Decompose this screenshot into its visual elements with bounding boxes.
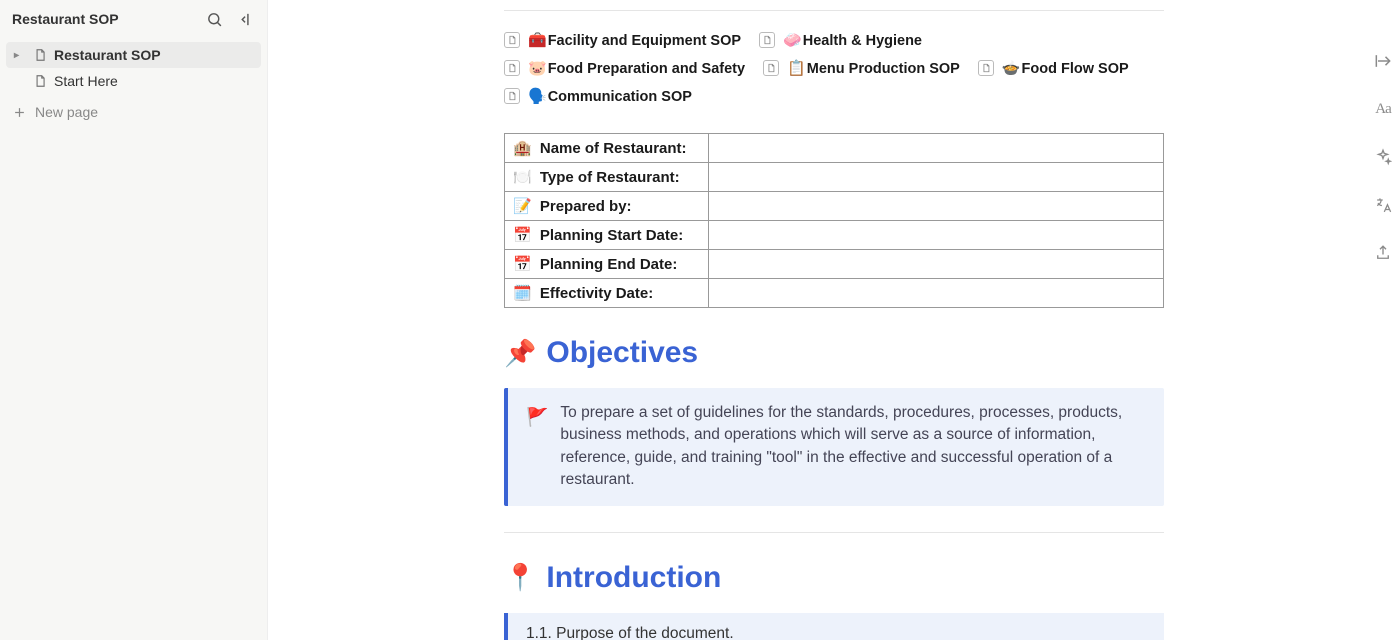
page-icon [763, 60, 779, 76]
objectives-heading: 📌 Objectives [504, 336, 1164, 370]
table-row: 📝 Prepared by: [505, 192, 1164, 221]
sidebar-item-label: Restaurant SOP [54, 47, 161, 63]
sidebar-header-actions [205, 10, 255, 28]
page-icon [978, 60, 994, 76]
translate-icon[interactable] [1372, 194, 1394, 216]
meta-label-cell: 📅 Planning End Date: [505, 250, 709, 279]
page-icon [504, 32, 520, 48]
pushpin-icon: 📌 [504, 338, 536, 369]
chip-label: Food Preparation and Safety [548, 61, 745, 77]
subpage-link[interactable]: 🗣️Communication SOP [504, 87, 692, 105]
subpage-link[interactable]: 🧰Facility and Equipment SOP [504, 31, 741, 49]
meta-label-cell: 📝 Prepared by: [505, 192, 709, 221]
meta-value-cell[interactable] [709, 134, 1164, 163]
new-page-button[interactable]: New page [0, 98, 267, 126]
meta-label-cell: 🍽️ Type of Restaurant: [505, 163, 709, 192]
workspace-title: Restaurant SOP [12, 11, 119, 27]
expand-icon[interactable] [1372, 50, 1394, 72]
meta-label-cell: 📅 Planning Start Date: [505, 221, 709, 250]
chip-label: Health & Hygiene [803, 33, 922, 49]
meta-label-cell: 🏨 Name of Restaurant: [505, 134, 709, 163]
meta-value-cell[interactable] [709, 279, 1164, 308]
chip-emoji: 🧼 [783, 32, 802, 49]
chip-emoji: 🍲 [1002, 60, 1021, 77]
table-row: 📅 Planning End Date: [505, 250, 1164, 279]
export-icon[interactable] [1372, 242, 1394, 264]
meta-value-cell[interactable] [709, 163, 1164, 192]
ai-sparkle-icon[interactable] [1372, 146, 1394, 168]
table-row: 🗓️ Effectivity Date: [505, 279, 1164, 308]
meta-value-cell[interactable] [709, 192, 1164, 221]
objectives-callout: 🚩 To prepare a set of guidelines for the… [504, 388, 1164, 506]
chip-label: Food Flow SOP [1022, 61, 1129, 77]
page-icon [32, 73, 48, 89]
sidebar-header: Restaurant SOP [0, 0, 267, 38]
page-icon [504, 60, 520, 76]
divider [504, 532, 1164, 533]
subpage-link[interactable]: 🍲Food Flow SOP [978, 59, 1129, 77]
chevron-right-icon[interactable]: ▸ [14, 50, 26, 61]
table-row: 🏨 Name of Restaurant: [505, 134, 1164, 163]
introduction-heading: 📍 Introduction [504, 561, 1164, 595]
objectives-title: Objectives [546, 336, 698, 370]
sidebar: Restaurant SOP ▸ Restaurant SOP Start He… [0, 0, 268, 640]
objectives-callout-text: To prepare a set of guidelines for the s… [560, 402, 1146, 492]
subpage-link[interactable]: 🐷Food Preparation and Safety [504, 59, 745, 77]
page-tree: ▸ Restaurant SOP Start Here [0, 38, 267, 98]
collapse-sidebar-icon[interactable] [237, 10, 255, 28]
table-row: 📅 Planning Start Date: [505, 221, 1164, 250]
meta-value-cell[interactable] [709, 221, 1164, 250]
page-icon [759, 32, 775, 48]
page-icon [504, 88, 520, 104]
sidebar-item-label: Start Here [54, 73, 118, 89]
chip-emoji: 📋 [787, 60, 806, 77]
sidebar-item-restaurant-sop[interactable]: ▸ Restaurant SOP [6, 42, 261, 68]
subpage-link[interactable]: 📋Menu Production SOP [763, 59, 960, 77]
introduction-line-1: 1.1. Purpose of the document. [526, 625, 1146, 640]
sidebar-item-start-here[interactable]: Start Here [6, 68, 261, 94]
round-pushpin-icon: 📍 [504, 562, 536, 593]
chip-label: Communication SOP [548, 89, 692, 105]
table-row: 🍽️ Type of Restaurant: [505, 163, 1164, 192]
meta-value-cell[interactable] [709, 250, 1164, 279]
new-page-label: New page [35, 104, 98, 120]
metadata-table: 🏨 Name of Restaurant:🍽️ Type of Restaura… [504, 133, 1164, 308]
document: 🧰Facility and Equipment SOP 🧼Health & Hyg… [504, 10, 1164, 640]
divider [504, 10, 1164, 11]
main-content: 🧰Facility and Equipment SOP 🧼Health & Hyg… [268, 0, 1400, 640]
page-icon [32, 47, 48, 63]
search-icon[interactable] [205, 10, 223, 28]
chip-emoji: 🗣️ [528, 88, 547, 105]
chip-emoji: 🐷 [528, 60, 547, 77]
introduction-callout: 1.1. Purpose of the document. • [504, 613, 1164, 640]
typography-icon[interactable]: Aa [1372, 98, 1394, 120]
meta-label-cell: 🗓️ Effectivity Date: [505, 279, 709, 308]
subpage-links: 🧰Facility and Equipment SOP 🧼Health & Hyg… [504, 25, 1164, 105]
subpage-link[interactable]: 🧼Health & Hygiene [759, 31, 922, 49]
introduction-title: Introduction [546, 561, 721, 595]
chip-emoji: 🧰 [528, 32, 547, 49]
chip-label: Facility and Equipment SOP [548, 33, 741, 49]
chip-label: Menu Production SOP [807, 61, 960, 77]
flag-icon: 🚩 [526, 404, 548, 492]
right-rail: Aa [1372, 50, 1394, 264]
